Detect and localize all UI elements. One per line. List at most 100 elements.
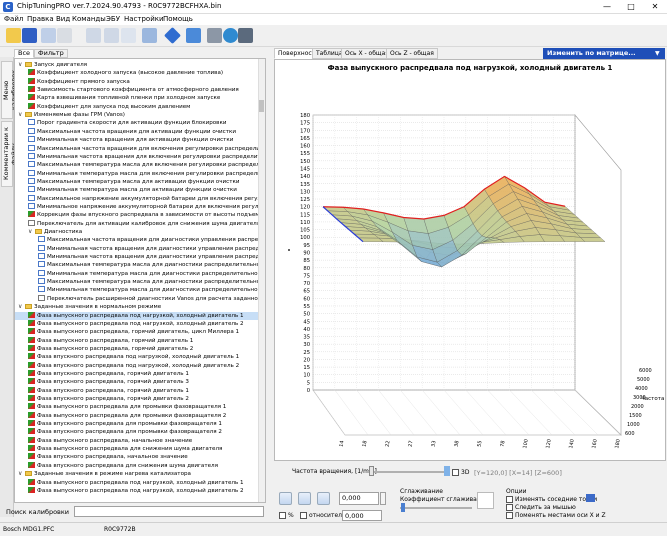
tree-item[interactable]: Карта взвешивания топливной пленки при х… (15, 94, 259, 102)
surface-plot[interactable]: 0 5 10 15 20 25 30 35 40 45 50 55 60 65 70 75 80 85 90 95 10… (274, 59, 667, 473)
tree-item[interactable]: Фаза выпускного распредвала для промывки… (15, 403, 259, 411)
tree-item[interactable]: Фаза впускного распредвала, начальное зн… (15, 453, 259, 461)
tree-item[interactable]: Фаза впускного распредвала для промывки … (15, 420, 259, 428)
change-by-matrix-button[interactable]: Изменить по матрице... (543, 48, 665, 59)
print-icon[interactable] (57, 28, 72, 43)
copy-icon[interactable] (86, 28, 101, 43)
tree-item[interactable]: Фаза выпускного распредвала под нагрузко… (15, 478, 259, 487)
tree-item[interactable]: Минимальная температура масла для актива… (15, 186, 259, 194)
menu-view[interactable]: Вид (56, 15, 70, 23)
tree-scroll-thumb[interactable] (259, 100, 264, 112)
tree-item[interactable]: Минимальная температура масла для включе… (15, 169, 264, 178)
tree-item[interactable]: Фаза впускного распредвала, горячий двиг… (15, 386, 259, 395)
menu-commands[interactable]: Команды (72, 15, 106, 23)
tree-item[interactable]: Максимальная частота вращения для включе… (15, 144, 265, 153)
tree-item[interactable]: Переключатель для активации калибровок д… (15, 219, 260, 228)
smoothing-slider[interactable] (400, 507, 472, 509)
tree-item[interactable]: Максимальная частота вращения для диагно… (15, 236, 265, 244)
settings-icon[interactable] (238, 28, 253, 43)
tree-item[interactable]: Минимальное напряжение аккумуляторной ба… (15, 202, 265, 211)
menu-file[interactable]: Файл (4, 15, 23, 23)
tree-item[interactable]: Коэффициент прямого запуска (15, 77, 259, 86)
tree-item[interactable]: Минимальная частота вращения для диагнос… (15, 244, 265, 253)
tree-item[interactable]: Минимальная частота вращения для включен… (15, 152, 265, 161)
equals-button[interactable] (279, 492, 292, 505)
tree-item[interactable]: Фаза впускного распредвала для снижения … (15, 461, 259, 470)
vtab-file-comments[interactable]: Комментарии к файлу (1, 121, 18, 187)
chevron-down-icon[interactable]: ∨ (18, 61, 25, 69)
tree-item[interactable]: Коэффициент для запуска под высоким давл… (15, 102, 259, 111)
chevron-down-icon[interactable]: ∨ (18, 470, 25, 478)
search-input[interactable] (74, 506, 264, 517)
tree-item[interactable]: Фаза выпускного распредвала под нагрузко… (15, 486, 259, 495)
tree-item[interactable]: Фаза выпускного распредвала под нагрузко… (15, 319, 259, 328)
tree-item[interactable]: Фаза выпускного распредвала, начальное з… (15, 436, 259, 445)
value-input[interactable]: 0,000 (339, 492, 379, 505)
plus-button[interactable] (298, 492, 311, 505)
menu-edit[interactable]: Правка (27, 15, 54, 23)
tree-item[interactable]: Фаза впускного распредвала под нагрузкой… (15, 361, 259, 370)
save-as-icon[interactable] (41, 28, 56, 43)
rpm-slider-thumb[interactable] (369, 466, 374, 476)
rpm-slider-end[interactable] (444, 466, 450, 476)
tree-item[interactable]: Порог градиента скорости для активации ф… (15, 119, 259, 127)
tree-item[interactable]: Коррекция фазы впускного распредвала в з… (15, 211, 265, 219)
chip-icon[interactable] (186, 28, 201, 43)
tree-scrollbar[interactable] (258, 59, 265, 502)
tree-item[interactable]: Фаза выпускного распредвала для промывки… (15, 411, 259, 420)
surface-plot-svg[interactable]: 0 510 15 2025 3035 40 4550 55 6065 70 7580 8590 95 10… (275, 60, 667, 473)
paste-icon[interactable] (104, 28, 119, 43)
smoothing-apply-icon[interactable] (477, 492, 494, 509)
smoothing-slider-thumb[interactable] (401, 503, 405, 512)
tree-folder[interactable]: ∨ Заданные значения в режиме нагрева ката… (15, 470, 259, 478)
tree-item[interactable]: Фаза впускного распредвала, горячий двиг… (15, 378, 259, 386)
opt-swap-axes-checkbox[interactable] (506, 512, 513, 519)
globe-icon[interactable] (223, 28, 238, 43)
percent-checkbox[interactable] (279, 512, 286, 519)
multiply-button[interactable] (317, 492, 330, 505)
ecu-icon[interactable] (142, 28, 157, 43)
save-icon[interactable] (22, 28, 37, 43)
tree-item[interactable]: Максимальная температура масла для включ… (15, 161, 265, 169)
tree-item[interactable]: Минимальная частота вращения для диагнос… (15, 253, 265, 261)
open-folder-icon[interactable] (6, 28, 21, 43)
tree-item[interactable]: Фаза выпускного распредвала под нагрузко… (15, 311, 259, 320)
tree-folder[interactable]: ∨ Заданные значения в нормальном режиме (15, 303, 259, 311)
tree-item[interactable]: Минимальная частота вращения для активац… (15, 136, 259, 144)
menu-help[interactable]: Помощь (163, 15, 193, 23)
maximize-button[interactable]: □ (619, 0, 643, 14)
tree-item[interactable]: Фаза выпускного распредвала для снижения… (15, 445, 259, 453)
tree-item[interactable]: Коэффициент холодного запуска (высокое д… (15, 69, 259, 77)
tree-item[interactable]: Минимальная температура масла для диагно… (15, 269, 264, 278)
tree-item[interactable]: Максимальная частота вращения для актива… (15, 127, 259, 136)
tree-folder[interactable]: ∨ Изменяемые фазы ГРМ (Vanos) (15, 111, 259, 119)
tree-item[interactable]: Минимальная температура масла для диагно… (15, 286, 264, 294)
tree-item[interactable]: Максимальная температура масла для диагн… (15, 278, 265, 286)
tab-filter[interactable]: Фильтр (34, 49, 68, 58)
relative-checkbox[interactable] (300, 512, 307, 519)
vtab-calibration-menu[interactable]: Меню калибровок (1, 61, 18, 119)
chevron-down-icon[interactable]: ∨ (18, 111, 25, 119)
tree-item[interactable]: Фаза выпускного распредвала, горячий дви… (15, 344, 259, 353)
chevron-down-icon[interactable]: ∨ (18, 303, 25, 311)
relative-value-input[interactable]: 0,000 (342, 510, 382, 521)
tree-item[interactable]: Зависимость стартового коэффициента от а… (15, 86, 259, 94)
tree-item[interactable]: Переключатель расширенной диагностики Va… (15, 294, 264, 303)
tree-item[interactable]: Максимальная температура масла для актив… (15, 177, 259, 186)
tools-icon[interactable] (207, 28, 222, 43)
tree-item[interactable]: Максимальное напряжение аккумуляторной б… (15, 194, 265, 203)
tree-item[interactable]: Максимальная температура масла для диагн… (15, 261, 265, 269)
menu-settings[interactable]: Настройки (124, 15, 164, 23)
menu-ecu[interactable]: ЭБУ (106, 15, 120, 23)
close-button[interactable]: ✕ (643, 0, 667, 14)
chevron-down-icon[interactable]: ∨ (28, 228, 35, 236)
value-stepper[interactable] (380, 492, 386, 505)
tree-folder[interactable]: ∨ Запуск двигателя (15, 61, 259, 69)
rpm-slider-track[interactable] (366, 471, 446, 473)
tree-item[interactable]: Фаза впускного распредвала под нагрузкой… (15, 353, 259, 361)
tree-item[interactable]: Фаза выпускного распредвала, горячий дви… (15, 336, 259, 345)
tab-all[interactable]: Все (14, 49, 35, 58)
grid-icon[interactable] (586, 494, 595, 502)
opt-follow-mouse-checkbox[interactable] (506, 504, 513, 511)
diamond-icon[interactable] (164, 27, 181, 44)
